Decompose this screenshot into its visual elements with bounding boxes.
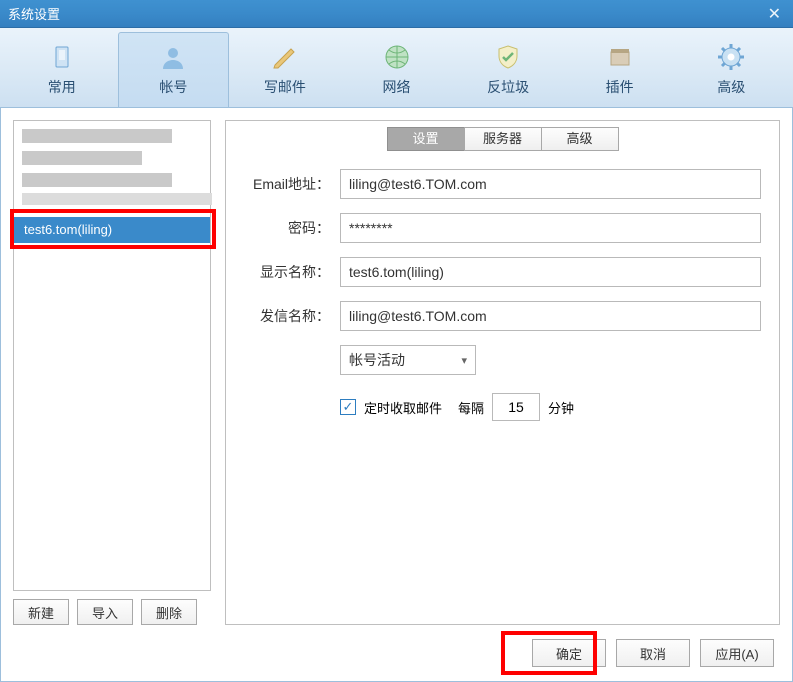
redacted-line xyxy=(22,129,172,143)
subtab-label: 高级 xyxy=(566,131,592,146)
password-label: 密码： xyxy=(244,218,340,238)
network-icon xyxy=(383,43,411,71)
shield-icon xyxy=(494,43,522,71)
left-column: test6.tom(liling) 新建 导入 删除 xyxy=(13,120,211,625)
subtab-label: 服务器 xyxy=(483,131,522,146)
new-button[interactable]: 新建 xyxy=(13,599,69,625)
poll-minutes-input[interactable] xyxy=(492,393,540,421)
poll-checkbox-label: 定时收取邮件 xyxy=(364,398,442,417)
subtab-label: 设置 xyxy=(412,131,438,146)
sender-name-input[interactable] xyxy=(340,301,761,331)
ok-button[interactable]: 确定 xyxy=(532,639,606,667)
plugin-icon xyxy=(606,43,634,71)
tab-advanced[interactable]: 高级 xyxy=(675,32,787,107)
tab-label: 高级 xyxy=(717,77,745,97)
redacted-line xyxy=(22,193,212,205)
tab-plugin[interactable]: 插件 xyxy=(564,32,676,107)
apply-button[interactable]: 应用(A) xyxy=(700,639,774,667)
tab-label: 帐号 xyxy=(159,77,187,97)
window-title: 系统设置 xyxy=(8,4,764,23)
account-item-selected[interactable]: test6.tom(liling) xyxy=(14,217,210,243)
tab-label: 插件 xyxy=(606,77,634,97)
poll-every-label: 每隔 xyxy=(458,398,484,417)
body: test6.tom(liling) 新建 导入 删除 设置 服务器 高级 Ema… xyxy=(0,108,793,682)
account-status-select[interactable]: 帐号活动 ▾ xyxy=(340,345,476,375)
subtab-settings[interactable]: 设置 xyxy=(387,127,465,151)
tab-label: 反垃圾 xyxy=(487,77,529,97)
subtab-advanced[interactable]: 高级 xyxy=(541,127,619,151)
poll-checkbox[interactable]: ✓ xyxy=(340,399,356,415)
account-list[interactable]: test6.tom(liling) xyxy=(13,120,211,591)
account-icon xyxy=(159,43,187,71)
redacted-line xyxy=(22,151,142,165)
tab-account[interactable]: 帐号 xyxy=(118,32,230,107)
gear-icon xyxy=(717,43,745,71)
settings-form: Email地址： 密码： 显示名称： 发信名称： xyxy=(244,169,761,435)
compose-icon xyxy=(271,43,299,71)
redacted-line xyxy=(22,173,172,187)
email-label: Email地址： xyxy=(244,174,340,194)
cancel-button[interactable]: 取消 xyxy=(616,639,690,667)
tab-general[interactable]: 常用 xyxy=(6,32,118,107)
toolbar: 常用 帐号 写邮件 网络 反垃圾 插件 高级 xyxy=(0,28,793,108)
tab-network[interactable]: 网络 xyxy=(341,32,453,107)
delete-button[interactable]: 删除 xyxy=(141,599,197,625)
display-name-input[interactable] xyxy=(340,257,761,287)
display-name-label: 显示名称： xyxy=(244,262,340,282)
tab-label: 写邮件 xyxy=(264,77,306,97)
tab-label: 网络 xyxy=(383,77,411,97)
account-list-buttons: 新建 导入 删除 xyxy=(13,599,211,625)
tab-label: 常用 xyxy=(48,77,76,97)
email-input[interactable] xyxy=(340,169,761,199)
chevron-down-icon: ▾ xyxy=(461,354,467,367)
titlebar: 系统设置 ✕ xyxy=(0,0,793,28)
tab-antispam[interactable]: 反垃圾 xyxy=(452,32,564,107)
subtab-server[interactable]: 服务器 xyxy=(464,127,542,151)
sender-name-label: 发信名称： xyxy=(244,306,340,326)
password-input[interactable] xyxy=(340,213,761,243)
general-icon xyxy=(48,43,76,71)
close-icon[interactable]: ✕ xyxy=(764,4,785,24)
poll-unit-label: 分钟 xyxy=(548,398,574,417)
dialog-buttons: 确定 取消 应用(A) xyxy=(532,639,774,667)
subtabs: 设置 服务器 高级 xyxy=(226,127,779,151)
select-value: 帐号活动 xyxy=(349,350,405,370)
account-item-label: test6.tom(liling) xyxy=(24,222,112,237)
right-panel: 设置 服务器 高级 Email地址： 密码： 显示名称： 发信名称 xyxy=(225,120,780,625)
tab-compose[interactable]: 写邮件 xyxy=(229,32,341,107)
import-button[interactable]: 导入 xyxy=(77,599,133,625)
